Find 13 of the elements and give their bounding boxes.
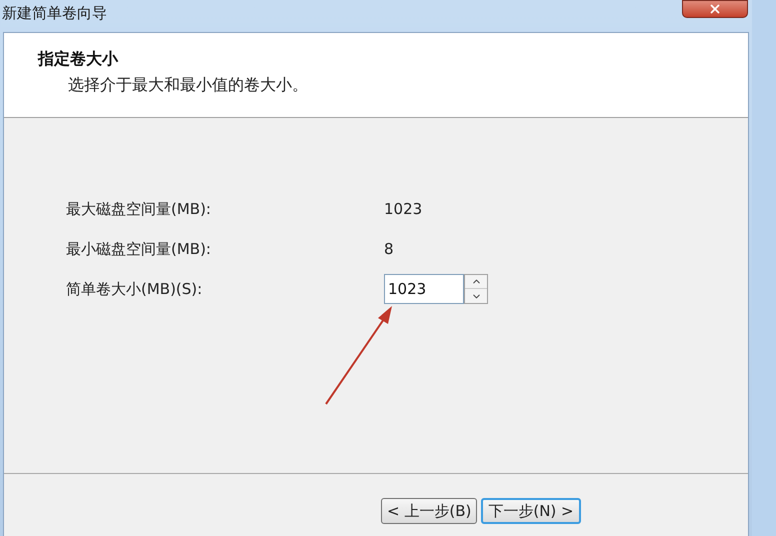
close-button[interactable] <box>682 0 748 18</box>
close-icon <box>708 2 722 16</box>
page-subtitle: 选择介于最大和最小值的卷大小。 <box>68 74 309 96</box>
page-heading: 指定卷大小 <box>38 48 120 70</box>
size-spin-field[interactable]: 1023 <box>384 274 464 304</box>
window-title: 新建简单卷向导 <box>2 3 107 24</box>
wizard-button[interactable]: 下一步(N) > <box>481 498 581 524</box>
field-value: 8 <box>384 238 394 260</box>
field-label: 最大磁盘空间量(MB): <box>66 198 212 220</box>
field-label: 简单卷大小(MB)(S): <box>66 278 204 300</box>
wizard-button[interactable]: < 上一步(B) <box>381 498 478 524</box>
field-value: 1023 <box>384 198 422 220</box>
field-label: 最小磁盘空间量(MB): <box>66 238 212 260</box>
